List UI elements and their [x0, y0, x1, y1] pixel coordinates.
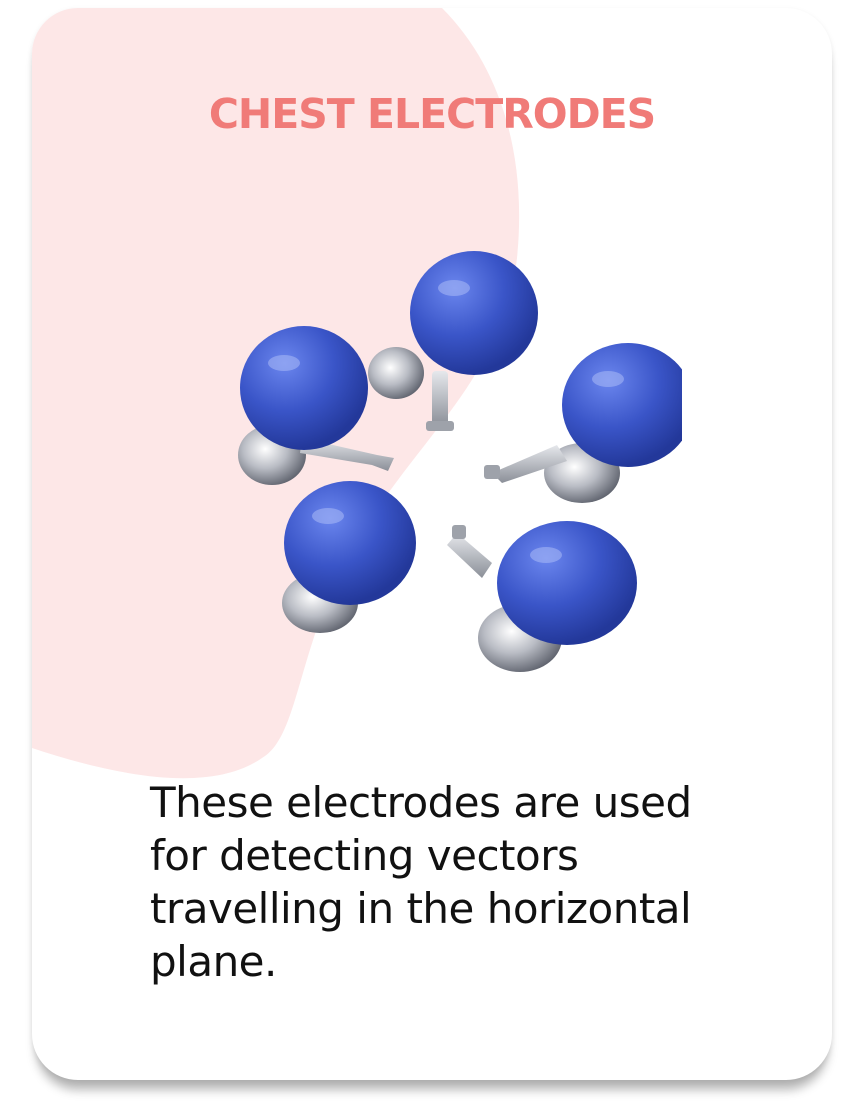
electrode-2 [238, 326, 394, 485]
chest-electrodes-illustration [238, 251, 682, 672]
card-description: These electrodes are used for detecting … [150, 778, 692, 986]
electrode-5 [447, 521, 637, 672]
card-title: CHEST ELECTRODES [208, 90, 656, 138]
electrode-3 [484, 343, 682, 503]
electrode-4 [282, 481, 416, 633]
electrode-card: CHEST ELECTRODES These electrodes are us… [32, 8, 832, 1080]
electrode-1 [368, 251, 538, 431]
